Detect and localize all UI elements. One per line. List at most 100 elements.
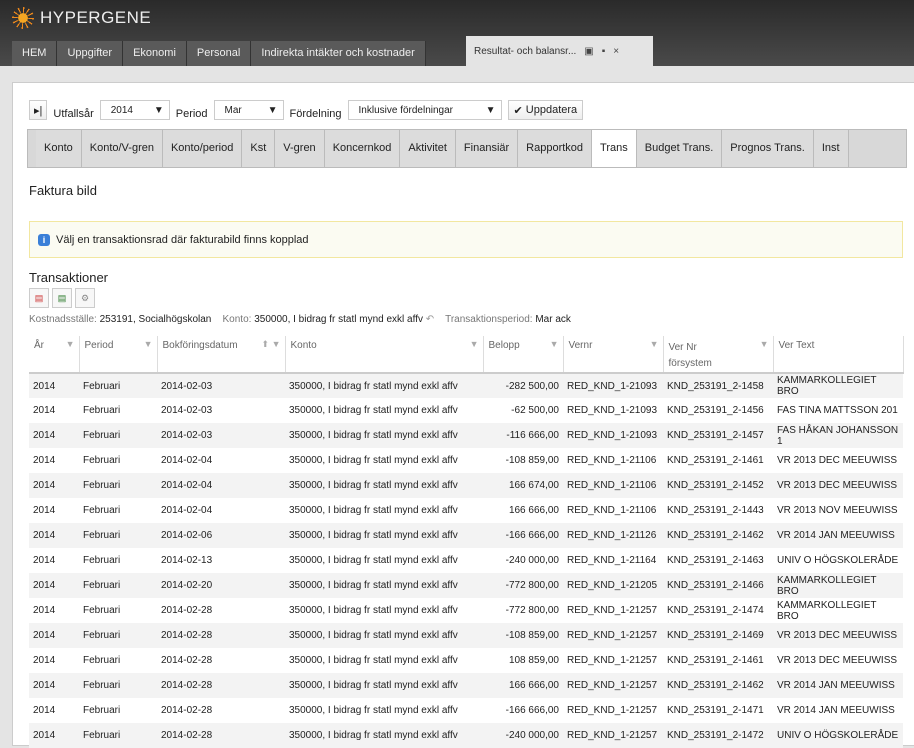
column-header-label: Bokföringsdatum: [162, 340, 238, 351]
table-row[interactable]: 2014 Februari 2014-02-04 350000, I bidrag f…: [29, 473, 903, 498]
filter-icon[interactable]: ▼: [760, 339, 769, 349]
table-cell: RED_KND_1-21205: [563, 573, 663, 598]
transaction-period-label: Transaktionsperiod:: [445, 314, 533, 325]
nav-item[interactable]: HEM: [12, 41, 58, 66]
nav-item[interactable]: Uppgifter: [57, 41, 124, 66]
table-row[interactable]: 2014 Februari 2014-02-04 350000, I bidrag f…: [29, 498, 903, 523]
table-cell: 350000, I bidrag fr statl mynd exkl affv: [289, 555, 458, 566]
utfallsar-select[interactable]: 2014 ▼: [99, 100, 170, 120]
table-row[interactable]: 2014 Februari 2014-02-20 350000, I bidrag f…: [29, 573, 903, 598]
table-cell: RED_KND_1-21257: [563, 623, 663, 648]
table-cell: -240 000,00: [505, 555, 559, 566]
nav-item[interactable]: Indirekta intäkter och kostnader: [251, 41, 426, 66]
filter-icon[interactable]: ▼: [650, 339, 659, 349]
table-cell: VR 2013 NOV MEEUWISS: [777, 505, 898, 516]
filter-icon[interactable]: ⬆ ▼: [262, 339, 281, 350]
fordelning-value: Inklusive fördelningar: [358, 104, 454, 116]
table-row[interactable]: 2014 Februari 2014-02-28 350000, I bidrag f…: [29, 723, 903, 748]
column-header[interactable]: År ▼: [29, 336, 80, 374]
period-label: Period: [175, 108, 208, 120]
settings-gear-icon[interactable]: ⚙: [75, 288, 95, 308]
restore-icon[interactable]: ▣: [584, 46, 593, 57]
filter-icon[interactable]: ▼: [66, 339, 75, 349]
column-header[interactable]: Period ▼: [79, 336, 158, 374]
table-cell: Februari: [79, 723, 157, 748]
table-cell: 2014: [33, 505, 56, 516]
tab-prognos-trans-[interactable]: Prognos Trans.: [722, 130, 814, 167]
table-cell: 350000, I bidrag fr statl mynd exkl affv: [289, 705, 458, 716]
pdf-export-icon[interactable]: ▤: [29, 288, 49, 308]
table-cell: VR 2013 DEC MEEUWISS: [777, 655, 898, 666]
tab-aktivitet[interactable]: Aktivitet: [400, 130, 456, 167]
table-cell: KND_253191_2-1466: [663, 573, 773, 598]
period-select[interactable]: Mar ▼: [213, 100, 284, 120]
table-cell: Februari: [79, 523, 157, 548]
filter-icon[interactable]: ▼: [550, 339, 559, 349]
save-icon[interactable]: ▪: [602, 46, 606, 57]
excel-export-icon[interactable]: ▤: [52, 288, 72, 308]
tab-rapportkod[interactable]: Rapportkod: [518, 130, 593, 167]
tab-inst[interactable]: Inst: [813, 130, 849, 167]
table-row[interactable]: 2014 Februari 2014-02-04 350000, I bidrag f…: [29, 448, 903, 473]
table-row[interactable]: 2014 Februari 2014-02-28 350000, I bidrag f…: [29, 598, 903, 623]
table-row[interactable]: 2014 Februari 2014-02-28 350000, I bidrag f…: [29, 673, 903, 698]
table-cell: 2014-02-20: [157, 573, 285, 598]
undo-arrow-icon[interactable]: ↶: [426, 314, 434, 325]
table-row[interactable]: 2014 Februari 2014-02-28 350000, I bidrag f…: [29, 648, 903, 673]
column-header[interactable]: Ver Nr försystem ▼: [663, 336, 774, 374]
column-header[interactable]: Bokföringsdatum ⬆ ▼: [157, 336, 286, 374]
table-row[interactable]: 2014 Februari 2014-02-06 350000, I bidrag f…: [29, 523, 903, 548]
table-row[interactable]: 2014 Februari 2014-02-28 350000, I bidrag f…: [29, 698, 903, 723]
tab-v-gren[interactable]: V-gren: [275, 130, 325, 167]
table-row[interactable]: 2014 Februari 2014-02-03 350000, I bidrag f…: [29, 373, 903, 398]
table-cell: RED_KND_1-21106: [567, 455, 657, 466]
table-row[interactable]: 2014 Februari 2014-02-03 350000, I bidrag f…: [29, 423, 903, 448]
tab-kst[interactable]: Kst: [242, 130, 276, 167]
info-message: i Välj en transaktionsrad där fakturabild…: [29, 221, 903, 258]
column-header[interactable]: Ver Text: [773, 336, 904, 374]
filter-icon[interactable]: ▼: [144, 339, 153, 349]
table-cell: 2014-02-13: [161, 555, 213, 566]
nav-item[interactable]: Personal: [186, 41, 252, 66]
column-header[interactable]: Belopp ▼: [483, 336, 564, 374]
table-row[interactable]: 2014 Februari 2014-02-03 350000, I bidrag f…: [29, 398, 903, 423]
table-cell: -116 666,00: [483, 423, 563, 448]
table-cell: 2014: [29, 573, 79, 598]
top-bar: HYPERGENE HEM Uppgifter Ekonomi Personal Ind…: [0, 0, 914, 66]
table-cell: 350000, I bidrag fr statl mynd exkl affv: [289, 605, 458, 616]
table-cell: 166 674,00: [483, 473, 563, 498]
brand-name: HYPERGENE: [40, 8, 152, 27]
window-tab[interactable]: Resultat- och balansr... ▣ ▪ ×: [466, 36, 653, 66]
table-cell: 350000, I bidrag fr statl mynd exkl affv: [285, 573, 483, 598]
table-cell: -108 859,00: [483, 623, 563, 648]
logo[interactable]: HYPERGENE: [12, 7, 151, 29]
column-header[interactable]: Vernr ▼: [563, 336, 664, 374]
table-cell: KND_253191_2-1471: [667, 705, 764, 716]
table-cell: 350000, I bidrag fr statl mynd exkl affv: [285, 723, 483, 748]
tab-konto-period[interactable]: Konto/period: [162, 130, 243, 167]
tab-trans[interactable]: Trans: [592, 130, 637, 167]
close-icon[interactable]: ×: [613, 46, 619, 57]
table-cell: Februari: [83, 705, 121, 716]
update-button[interactable]: ✔ Uppdatera: [507, 100, 584, 120]
tab-koncernkod[interactable]: Koncernkod: [324, 130, 401, 167]
table-cell: -240 000,00: [483, 723, 563, 748]
transactions-table: År ▼ Period ▼ Bokföringsdatum ⬆ ▼ Konto ▼ Belopp…: [29, 336, 904, 748]
tab-konto[interactable]: Konto: [36, 130, 82, 167]
filter-icon[interactable]: ▼: [470, 339, 479, 349]
table-row[interactable]: 2014 Februari 2014-02-13 350000, I bidrag f…: [29, 548, 903, 573]
column-header[interactable]: Konto ▼: [285, 336, 484, 374]
tab-finansiär[interactable]: Finansiär: [455, 130, 519, 167]
nav-item[interactable]: Ekonomi: [123, 41, 187, 66]
collapse-button[interactable]: ▸|: [29, 100, 48, 120]
table-cell: Februari: [79, 673, 157, 698]
fordelning-select[interactable]: Inklusive fördelningar ▼: [347, 100, 502, 120]
tab-budget-trans-[interactable]: Budget Trans.: [636, 130, 723, 167]
window-tab-label: Resultat- och balansr...: [474, 45, 577, 57]
table-cell: Februari: [83, 405, 121, 416]
tab-konto-v-gren[interactable]: Konto/V-gren: [81, 130, 163, 167]
table-cell: KND_253191_2-1452: [663, 473, 773, 498]
table-row[interactable]: 2014 Februari 2014-02-28 350000, I bidrag f…: [29, 623, 903, 648]
table-cell: 350000, I bidrag fr statl mynd exkl affv: [289, 655, 458, 666]
table-cell: KND_253191_2-1472: [663, 723, 773, 748]
